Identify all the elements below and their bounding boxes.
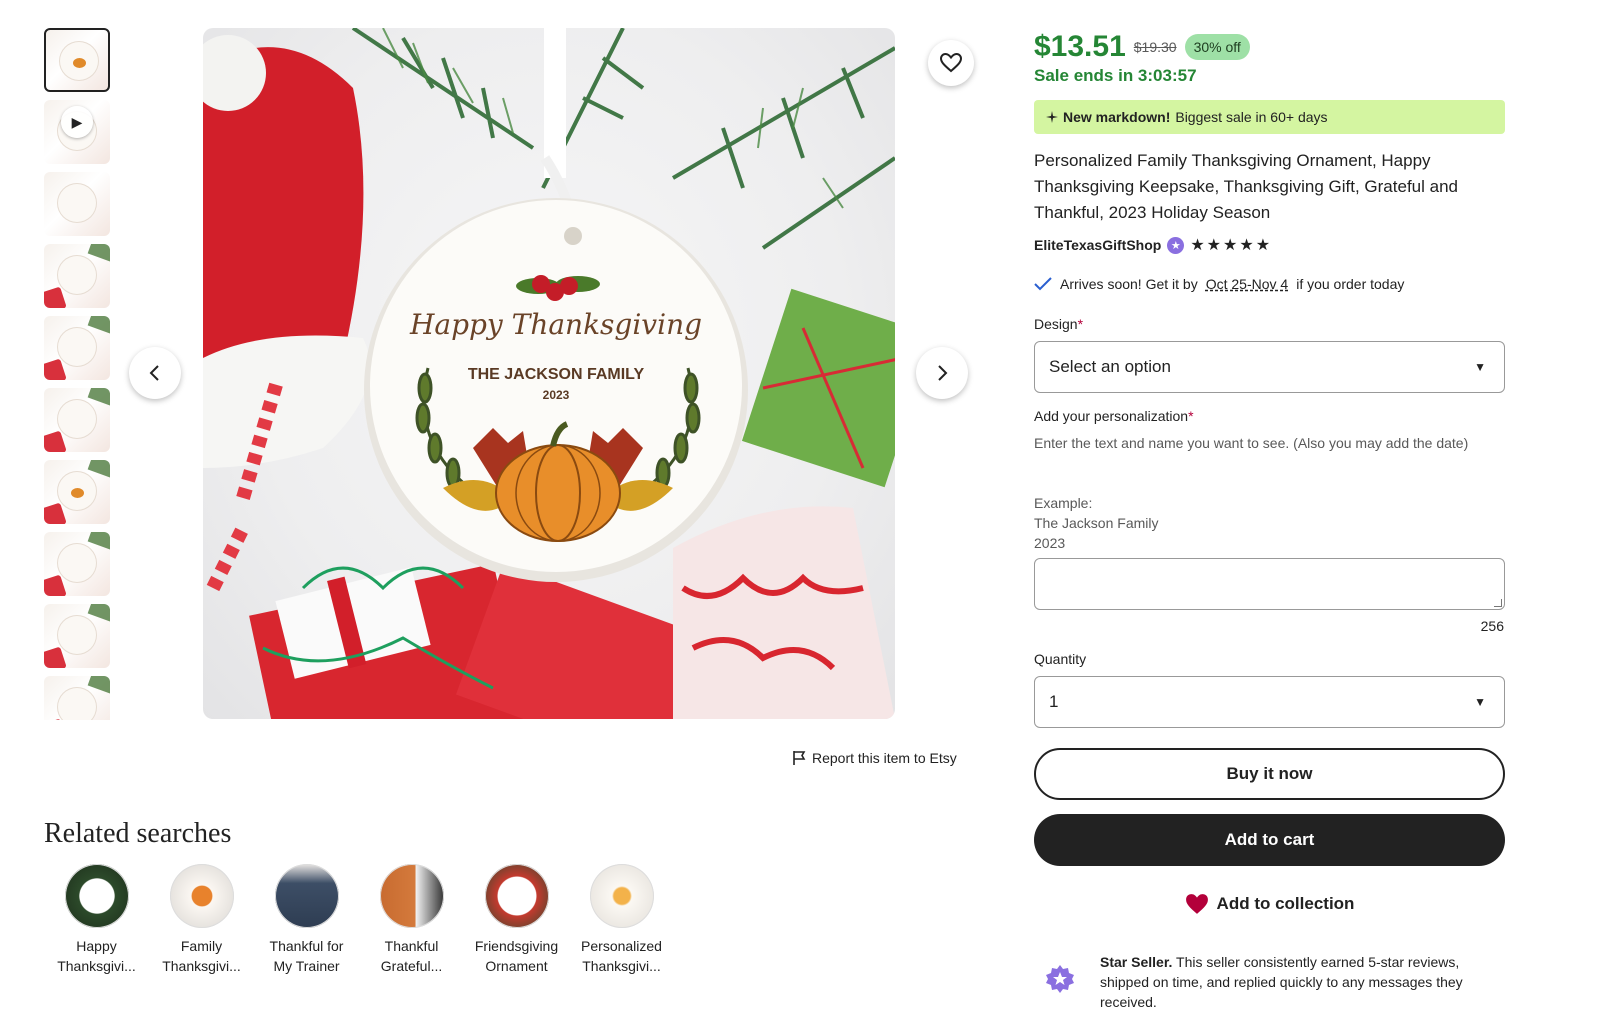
related-search-label: Personalized Thanksgivi...	[581, 938, 662, 974]
required-marker: *	[1077, 316, 1084, 332]
thumbnail-4[interactable]	[44, 244, 110, 308]
related-search-label: Happy Thanksgivi...	[57, 938, 136, 974]
related-search-item[interactable]: Family Thanksgivi...	[149, 864, 254, 976]
add-to-cart-button[interactable]: Add to cart	[1034, 814, 1505, 866]
thumbnail-5[interactable]	[44, 316, 110, 380]
delivery-suffix: if you order today	[1296, 276, 1405, 292]
related-search-label: Thankful Grateful...	[380, 938, 443, 974]
previous-image-button[interactable]	[129, 347, 181, 399]
discount-badge: 30% off	[1184, 34, 1250, 60]
related-search-thumbnail	[589, 864, 654, 928]
play-icon: ▶	[61, 106, 93, 138]
related-search-thumbnail	[484, 864, 549, 928]
related-search-label: Family Thanksgivi...	[162, 938, 241, 974]
add-to-collection-button[interactable]: Add to collection	[1034, 893, 1505, 915]
shop-rating-stars[interactable]: ★★★★★	[1190, 235, 1272, 255]
sparkle-icon	[1046, 111, 1058, 123]
related-searches-title: Related searches	[44, 818, 232, 849]
sale-price: $13.51	[1034, 30, 1126, 63]
personalization-label: Add your personalization*	[1034, 408, 1194, 424]
star-seller-info: Star Seller. This seller consistently ea…	[1034, 952, 1505, 1012]
related-searches-list: Happy Thanksgivi... Family Thanksgivi...…	[44, 864, 674, 976]
chevron-right-icon	[938, 365, 948, 381]
quantity-select-value: 1	[1049, 692, 1059, 711]
thumbnail-1[interactable]	[44, 28, 110, 92]
related-search-label: Friendsgiving Ornament	[474, 938, 559, 974]
star-seller-text: Star Seller. This seller consistently ea…	[1100, 952, 1505, 1012]
shop-info: EliteTexasGiftShop ★ ★★★★★	[1034, 235, 1272, 255]
report-item-label: Report this item to Etsy	[812, 750, 957, 766]
design-label: Design*	[1034, 316, 1083, 332]
example-line: Example:	[1034, 495, 1093, 511]
resize-handle-icon[interactable]	[1494, 599, 1502, 607]
thumbnail-3[interactable]	[44, 172, 110, 236]
star-seller-icon-wrap	[1034, 952, 1086, 1012]
markdown-banner: New markdown! Biggest sale in 60+ days	[1034, 100, 1505, 134]
buy-it-now-button[interactable]: Buy it now	[1034, 748, 1505, 800]
report-item-link[interactable]: Report this item to Etsy	[792, 750, 957, 766]
required-marker: *	[1188, 408, 1194, 424]
thumbnail-7[interactable]	[44, 460, 110, 524]
star-seller-badge-icon: ★	[1167, 236, 1185, 254]
original-price: $19.30	[1133, 39, 1177, 55]
price-row: $13.51 $19.30 30% off	[1034, 30, 1250, 64]
markdown-strong: New markdown!	[1063, 109, 1171, 125]
design-select-value: Select an option	[1049, 357, 1171, 376]
delivery-estimate: Arrives soon! Get it by Oct 25-Nov 4 if …	[1034, 276, 1404, 292]
related-search-thumbnail	[169, 864, 234, 928]
example-line: The Jackson Family	[1034, 515, 1159, 531]
star-seller-strong: Star Seller.	[1100, 954, 1173, 970]
next-image-button[interactable]	[916, 347, 968, 399]
sale-countdown: Sale ends in 3:03:57	[1034, 66, 1197, 85]
personalization-textarea[interactable]	[1034, 558, 1505, 610]
heart-outline-icon	[940, 53, 962, 73]
delivery-prefix: Arrives soon! Get it by	[1060, 276, 1198, 292]
checkmark-icon	[1034, 277, 1052, 291]
related-search-item[interactable]: Happy Thanksgivi...	[44, 864, 149, 976]
example-line: 2023	[1034, 535, 1066, 551]
character-counter: 256	[1480, 618, 1504, 634]
personalization-help: Enter the text and name you want to see.…	[1034, 435, 1469, 451]
thumbnail-list: ▶	[44, 28, 112, 720]
thumbnail-video[interactable]: ▶	[44, 100, 110, 164]
ornament-family: THE JACKSON FAMILY	[467, 366, 645, 383]
thumbnail-6[interactable]	[44, 388, 110, 452]
shop-name-link[interactable]: EliteTexasGiftShop	[1034, 237, 1161, 253]
caret-down-icon: ▼	[1474, 695, 1486, 709]
related-search-thumbnail	[274, 864, 339, 928]
related-search-item[interactable]: Friendsgiving Ornament	[464, 864, 569, 976]
main-product-image[interactable]: Happy Thanksgiving THE JACKSON FAMILY 20…	[203, 28, 895, 719]
caret-down-icon: ▼	[1474, 360, 1486, 374]
related-search-item[interactable]: Thankful for My Trainer	[254, 864, 359, 976]
design-select[interactable]: Select an option ▼	[1034, 341, 1505, 393]
ornament-year: 2023	[542, 388, 570, 402]
related-search-label: Thankful for My Trainer	[269, 938, 344, 974]
related-search-item[interactable]: Thankful Grateful...	[359, 864, 464, 976]
related-search-item[interactable]: Personalized Thanksgivi...	[569, 864, 674, 976]
chevron-left-icon	[149, 365, 159, 381]
quantity-label: Quantity	[1034, 651, 1087, 667]
personalization-label-text: Add your personalization	[1034, 408, 1189, 424]
star-seller-icon	[1046, 965, 1074, 993]
quantity-select[interactable]: 1 ▼	[1034, 676, 1505, 728]
flag-icon	[793, 751, 806, 765]
add-to-collection-label: Add to collection	[1216, 894, 1355, 913]
ornament-heading: Happy Thanksgiving	[409, 308, 703, 341]
markdown-text: Biggest sale in 60+ days	[1175, 109, 1328, 125]
thumbnail-8[interactable]	[44, 532, 110, 596]
product-title: Personalized Family Thanksgiving Ornamen…	[1034, 151, 1458, 222]
delivery-dates-link[interactable]: Oct 25-Nov 4	[1206, 276, 1288, 292]
thumbnail-9[interactable]	[44, 604, 110, 668]
design-label-text: Design	[1034, 316, 1078, 332]
related-search-thumbnail	[64, 864, 129, 928]
personalization-example: Example: The Jackson Family 2023	[1034, 493, 1158, 553]
related-search-thumbnail	[379, 864, 444, 928]
thumbnail-10[interactable]	[44, 676, 110, 720]
heart-filled-icon	[1185, 894, 1208, 914]
favorite-button[interactable]	[928, 40, 974, 86]
